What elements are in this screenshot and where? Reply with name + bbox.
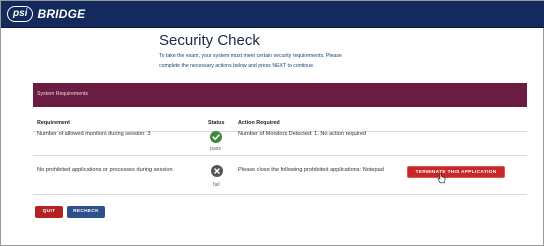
quit-button[interactable]: QUIT	[35, 206, 63, 218]
action-cell: Please close the following prohibited ap…	[238, 167, 384, 173]
row-divider	[33, 194, 527, 195]
status-pass-label: pass	[210, 146, 221, 152]
logo-brand: BRIDGE	[37, 7, 86, 21]
hand-pointer-icon	[437, 173, 446, 184]
recheck-button[interactable]: RECHECK	[67, 206, 105, 218]
column-header-action: Action Required	[238, 120, 280, 126]
app-window: psi BRIDGE Security Check To take the ex…	[0, 0, 544, 246]
column-header-status: Status	[208, 120, 225, 126]
requirement-cell: Number of allowed monitors during sessio…	[37, 131, 151, 137]
logo-psi: psi	[7, 6, 34, 22]
top-bar: psi BRIDGE	[1, 1, 544, 28]
terminate-application-button[interactable]: TERMINATE THIS APPLICATION	[407, 166, 505, 178]
psi-bridge-logo: psi BRIDGE	[7, 5, 85, 23]
panel-header: System Requirements	[33, 83, 527, 107]
intro-line-2: complete the necessary actions below and…	[159, 63, 315, 69]
action-cell: Number of Monitors Detected: 1. No actio…	[238, 131, 367, 137]
intro-line-1: To take the exam, your system must meet …	[159, 53, 342, 59]
column-header-requirement: Requirement	[37, 120, 70, 126]
row-divider	[33, 155, 527, 156]
check-circle-icon	[210, 131, 222, 143]
status-fail-label: fail	[213, 182, 220, 188]
requirement-cell: No prohibited applications or processes …	[37, 167, 173, 173]
panel-heading: System Requirements	[37, 91, 89, 97]
intro-text: To take the exam, your system must meet …	[159, 51, 439, 71]
page-title: Security Check	[159, 32, 260, 49]
x-circle-icon	[211, 165, 223, 177]
